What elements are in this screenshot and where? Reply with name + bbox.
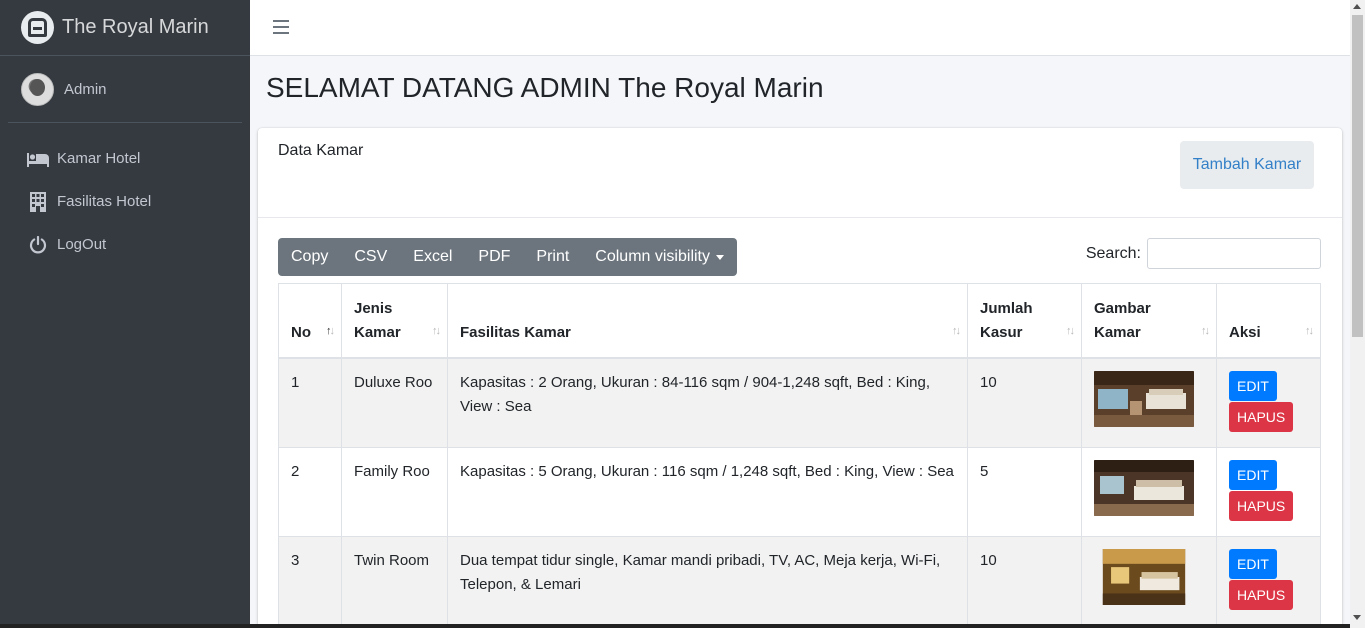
page-title: SELAMAT DATANG ADMIN The Royal Marin <box>266 72 824 103</box>
table-search: Search: <box>1086 238 1321 269</box>
cell-jumlah-kasur: 10 <box>967 535 1082 626</box>
brand-logo-icon <box>21 11 54 44</box>
cell-aksi: EDIT HAPUS <box>1216 446 1321 537</box>
bed-icon <box>27 150 49 168</box>
column-header-jumlah-kasur[interactable]: Jumlah Kasur ↑↓ <box>967 283 1082 359</box>
power-icon <box>27 235 49 254</box>
add-room-button[interactable]: Tambah Kamar <box>1180 141 1314 189</box>
cell-jumlah-kasur: 5 <box>967 446 1082 537</box>
cell-no: 2 <box>278 446 342 537</box>
user-name[interactable]: Admin <box>64 81 107 98</box>
data-kamar-card: Data Kamar Tambah Kamar Copy CSV Excel P… <box>258 128 1342 628</box>
copy-button[interactable]: Copy <box>278 238 341 276</box>
sidebar: The Royal Marin Admin Kamar Hotel Fasili… <box>0 0 250 628</box>
cell-fasilitas: Kapasitas : 5 Orang, Ukuran : 116 sqm / … <box>447 446 968 537</box>
cell-fasilitas: Kapasitas : 2 Orang, Ukuran : 84-116 sqm… <box>447 357 968 448</box>
room-image <box>1094 459 1194 516</box>
brand-link[interactable]: The Royal Marin <box>0 0 250 56</box>
search-label: Search: <box>1085 244 1141 262</box>
cell-no: 3 <box>278 535 342 626</box>
cell-aksi: EDIT HAPUS <box>1216 357 1321 448</box>
cell-jumlah-kasur: 10 <box>967 357 1082 448</box>
cell-fasilitas: Dua tempat tidur single, Kamar mandi pri… <box>447 535 968 626</box>
sidebar-item-label: Fasilitas Hotel <box>57 193 152 210</box>
bottom-edge <box>0 624 1350 628</box>
page-scrollbar[interactable] <box>1350 0 1365 628</box>
sort-icon: ↑↓ <box>1201 324 1210 337</box>
sidebar-nav: Kamar Hotel Fasilitas Hotel LogOut <box>0 123 250 266</box>
cell-gambar <box>1081 446 1217 537</box>
column-header-aksi[interactable]: Aksi ↑↓ <box>1216 283 1321 359</box>
column-visibility-label: Column visibility <box>595 248 710 265</box>
avatar <box>21 72 54 106</box>
top-navbar <box>250 0 1350 56</box>
search-input[interactable] <box>1147 238 1321 269</box>
pdf-button[interactable]: PDF <box>465 238 523 276</box>
cell-aksi: EDIT HAPUS <box>1216 535 1321 626</box>
sidebar-item-fasilitas-hotel[interactable]: Fasilitas Hotel <box>0 180 250 223</box>
export-buttons: Copy CSV Excel PDF Print Column visibili… <box>278 238 737 276</box>
table-header-row: No ↑↓ Jenis Kamar ↑↓ Fasilitas Kamar ↑↓ Jum… <box>278 283 1321 359</box>
sort-icon: ↑↓ <box>432 324 441 337</box>
sort-asc-icon: ↑↓ <box>326 324 335 337</box>
csv-button[interactable]: CSV <box>341 238 400 276</box>
delete-button[interactable]: HAPUS <box>1229 490 1294 521</box>
sidebar-item-label: Kamar Hotel <box>57 150 141 167</box>
edit-button[interactable]: EDIT <box>1229 548 1277 579</box>
delete-button[interactable]: HAPUS <box>1229 401 1294 432</box>
sidebar-item-label: LogOut <box>57 236 107 253</box>
column-header-jenis-kamar[interactable]: Jenis Kamar ↑↓ <box>341 283 448 359</box>
menu-toggle-icon[interactable] <box>273 20 289 34</box>
table-row: 1 Duluxe Roo Kapasitas : 2 Orang, Ukuran… <box>278 357 1321 448</box>
column-header-no[interactable]: No ↑↓ <box>278 283 342 359</box>
scroll-up-icon[interactable] <box>1353 4 1361 9</box>
scroll-thumb[interactable] <box>1352 15 1363 337</box>
sidebar-item-kamar-hotel[interactable]: Kamar Hotel <box>0 137 250 180</box>
column-header-gambar-kamar[interactable]: Gambar Kamar ↑↓ <box>1081 283 1217 359</box>
table-row: 2 Family Roo Kapasitas : 5 Orang, Ukuran… <box>278 446 1321 537</box>
edit-button[interactable]: EDIT <box>1229 459 1277 490</box>
room-image <box>1094 370 1194 427</box>
sort-icon: ↑↓ <box>1066 324 1075 337</box>
table-row: 3 Twin Room Dua tempat tidur single, Kam… <box>278 535 1321 626</box>
caret-down-icon <box>716 254 724 260</box>
sort-icon: ↑↓ <box>952 324 961 337</box>
scroll-down-icon[interactable] <box>1353 615 1361 620</box>
sort-icon: ↑↓ <box>1305 324 1314 337</box>
card-title: Data Kamar <box>278 142 364 159</box>
cell-jenis-kamar: Family Roo <box>341 446 448 537</box>
rooms-table: No ↑↓ Jenis Kamar ↑↓ Fasilitas Kamar ↑↓ Jum… <box>278 283 1321 626</box>
room-image <box>1102 548 1186 605</box>
cell-gambar <box>1081 357 1217 448</box>
user-panel: Admin <box>8 56 242 123</box>
excel-button[interactable]: Excel <box>400 238 465 276</box>
edit-button[interactable]: EDIT <box>1229 370 1277 401</box>
column-header-fasilitas-kamar[interactable]: Fasilitas Kamar ↑↓ <box>447 283 968 359</box>
brand-name: The Royal Marin <box>62 16 209 38</box>
building-icon <box>27 191 49 212</box>
sidebar-item-logout[interactable]: LogOut <box>0 223 250 266</box>
cell-jenis-kamar: Duluxe Roo <box>341 357 448 448</box>
card-header: Data Kamar Tambah Kamar <box>258 128 1342 218</box>
cell-no: 1 <box>278 357 342 448</box>
cell-gambar <box>1081 535 1217 626</box>
column-visibility-button[interactable]: Column visibility <box>582 238 737 276</box>
delete-button[interactable]: HAPUS <box>1229 579 1294 610</box>
cell-jenis-kamar: Twin Room <box>341 535 448 626</box>
print-button[interactable]: Print <box>523 238 582 276</box>
